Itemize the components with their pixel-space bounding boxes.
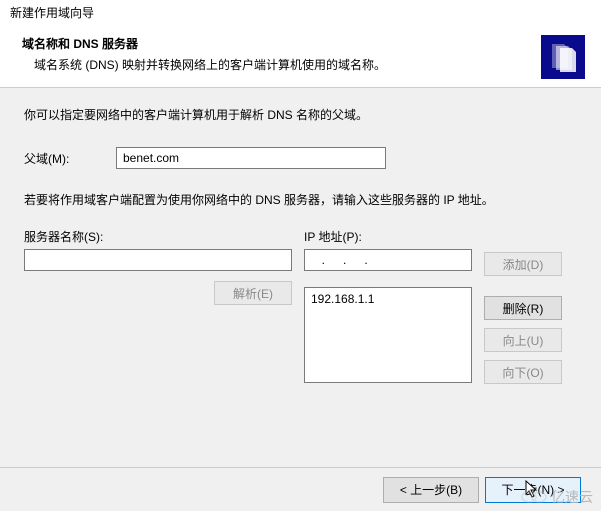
- next-button[interactable]: 下一步(N) >: [485, 477, 581, 503]
- wizard-header: 域名称和 DNS 服务器 域名系统 (DNS) 映射并转换网络上的客户端计算机使…: [0, 27, 601, 88]
- window-title: 新建作用域向导: [0, 0, 601, 27]
- instruction-text: 你可以指定要网络中的客户端计算机用于解析 DNS 名称的父域。: [24, 106, 577, 123]
- parent-domain-label: 父域(M):: [24, 150, 116, 167]
- list-item[interactable]: 192.168.1.1: [311, 292, 465, 306]
- ip-address-label: IP 地址(P):: [304, 228, 472, 245]
- add-button[interactable]: 添加(D): [484, 252, 562, 276]
- resolve-button[interactable]: 解析(E): [214, 281, 292, 305]
- wizard-footer: < 上一步(B) 下一步(N) >: [0, 467, 601, 511]
- ip-address-input[interactable]: [304, 249, 472, 271]
- wizard-body: 你可以指定要网络中的客户端计算机用于解析 DNS 名称的父域。 父域(M): 若…: [0, 88, 601, 480]
- parent-domain-input[interactable]: [116, 147, 386, 169]
- ip-address-list[interactable]: 192.168.1.1: [304, 287, 472, 383]
- remove-button[interactable]: 删除(R): [484, 296, 562, 320]
- back-button[interactable]: < 上一步(B): [383, 477, 479, 503]
- server-name-label: 服务器名称(S):: [24, 228, 292, 245]
- header-subtitle: 域名系统 (DNS) 映射并转换网络上的客户端计算机使用的域名称。: [22, 56, 585, 73]
- header-title: 域名称和 DNS 服务器: [22, 35, 585, 52]
- dhcp-scope-icon: [541, 35, 585, 79]
- move-down-button[interactable]: 向下(O): [484, 360, 562, 384]
- move-up-button[interactable]: 向上(U): [484, 328, 562, 352]
- dns-note-text: 若要将作用域客户端配置为使用你网络中的 DNS 服务器，请输入这些服务器的 IP…: [24, 191, 577, 208]
- server-name-input[interactable]: [24, 249, 292, 271]
- parent-domain-row: 父域(M):: [24, 147, 577, 169]
